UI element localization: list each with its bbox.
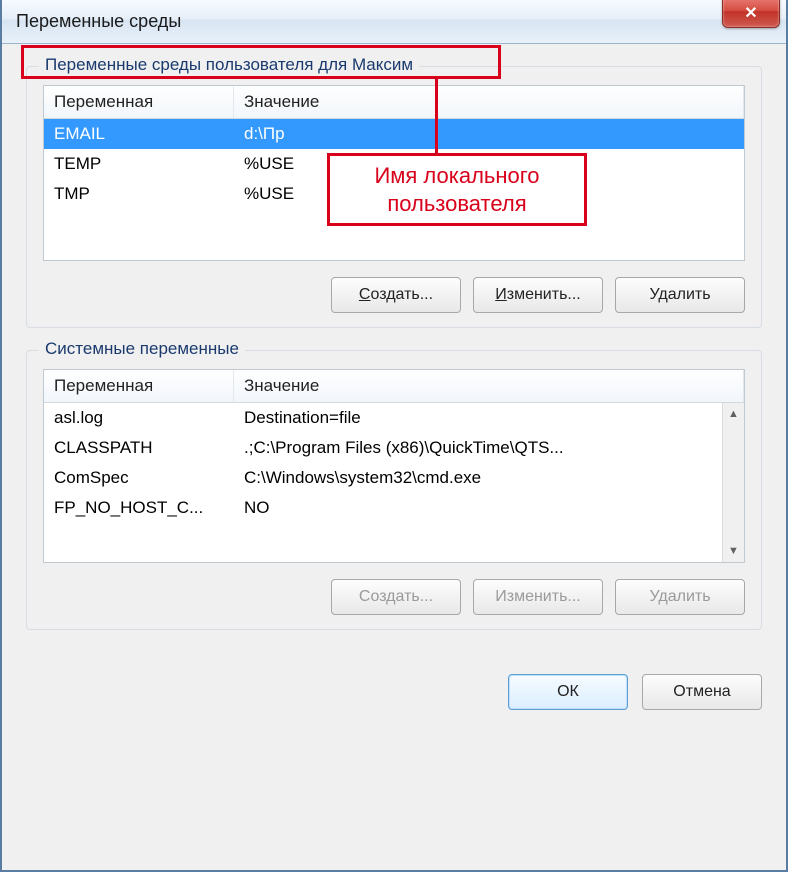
- cell-value: C:\Windows\system32\cmd.exe: [234, 463, 722, 493]
- cell-variable: asl.log: [44, 403, 234, 433]
- system-vars-list[interactable]: Переменная Значение asl.log Destination=…: [43, 369, 745, 563]
- window-title: Переменные среды: [16, 11, 181, 32]
- titlebar[interactable]: Переменные среды ✕: [2, 0, 786, 44]
- col-header-value[interactable]: Значение: [234, 370, 744, 402]
- col-header-variable[interactable]: Переменная: [44, 86, 234, 118]
- create-button[interactable]: Создать...: [331, 579, 461, 615]
- callout-text-2: пользователя: [348, 190, 566, 218]
- delete-button[interactable]: Удалить: [615, 277, 745, 313]
- cell-variable: FP_NO_HOST_C...: [44, 493, 234, 523]
- edit-button[interactable]: Изменить...: [473, 277, 603, 313]
- system-vars-legend: Системные переменные: [39, 339, 245, 359]
- callout-text-1: Имя локального: [348, 162, 566, 190]
- edit-button[interactable]: Изменить...: [473, 579, 603, 615]
- delete-button[interactable]: Удалить: [615, 579, 745, 615]
- list-row[interactable]: FP_NO_HOST_C... NO: [44, 493, 722, 523]
- cell-value: Destination=file: [234, 403, 722, 433]
- list-row[interactable]: ComSpec C:\Windows\system32\cmd.exe: [44, 463, 722, 493]
- annotation-callout: Имя локального пользователя: [327, 153, 587, 226]
- list-row[interactable]: EMAIL d:\Пр: [44, 119, 744, 149]
- list-body: asl.log Destination=file CLASSPATH .;C:\…: [44, 403, 744, 562]
- cell-variable: TEMP: [44, 149, 234, 179]
- col-header-variable[interactable]: Переменная: [44, 370, 234, 402]
- client-area: Переменные среды пользователя для Максим…: [2, 44, 786, 670]
- scroll-down-icon[interactable]: ▼: [725, 542, 743, 560]
- col-header-value[interactable]: Значение: [234, 86, 744, 118]
- system-vars-group: Системные переменные Переменная Значение…: [26, 350, 762, 630]
- list-row[interactable]: asl.log Destination=file: [44, 403, 722, 433]
- annotation-connector: [435, 79, 438, 157]
- user-vars-legend: Переменные среды пользователя для Максим: [39, 55, 419, 75]
- user-vars-group: Переменные среды пользователя для Максим…: [26, 66, 762, 328]
- list-row[interactable]: CLASSPATH .;C:\Program Files (x86)\Quick…: [44, 433, 722, 463]
- close-icon: ✕: [744, 3, 757, 23]
- cell-value: NO: [234, 493, 722, 523]
- system-vars-buttons: Создать... Изменить... Удалить: [43, 579, 745, 615]
- cell-value: .;C:\Program Files (x86)\QuickTime\QTS..…: [234, 433, 722, 463]
- scrollbar[interactable]: ▲ ▼: [722, 403, 744, 562]
- cell-variable: CLASSPATH: [44, 433, 234, 463]
- dialog-buttons: ОК Отмена: [2, 670, 786, 710]
- close-button[interactable]: ✕: [722, 0, 780, 28]
- cancel-button[interactable]: Отмена: [642, 674, 762, 710]
- cell-variable: ComSpec: [44, 463, 234, 493]
- cell-variable: TMP: [44, 179, 234, 209]
- list-header[interactable]: Переменная Значение: [44, 370, 744, 403]
- cell-value: d:\Пр: [234, 119, 744, 149]
- env-vars-dialog: Переменные среды ✕ Переменные среды поль…: [0, 0, 788, 872]
- scroll-up-icon[interactable]: ▲: [725, 405, 743, 423]
- cell-variable: EMAIL: [44, 119, 234, 149]
- user-vars-buttons: Создать... Изменить... Удалить: [43, 277, 745, 313]
- create-button[interactable]: Создать...: [331, 277, 461, 313]
- ok-button[interactable]: ОК: [508, 674, 628, 710]
- list-header[interactable]: Переменная Значение: [44, 86, 744, 119]
